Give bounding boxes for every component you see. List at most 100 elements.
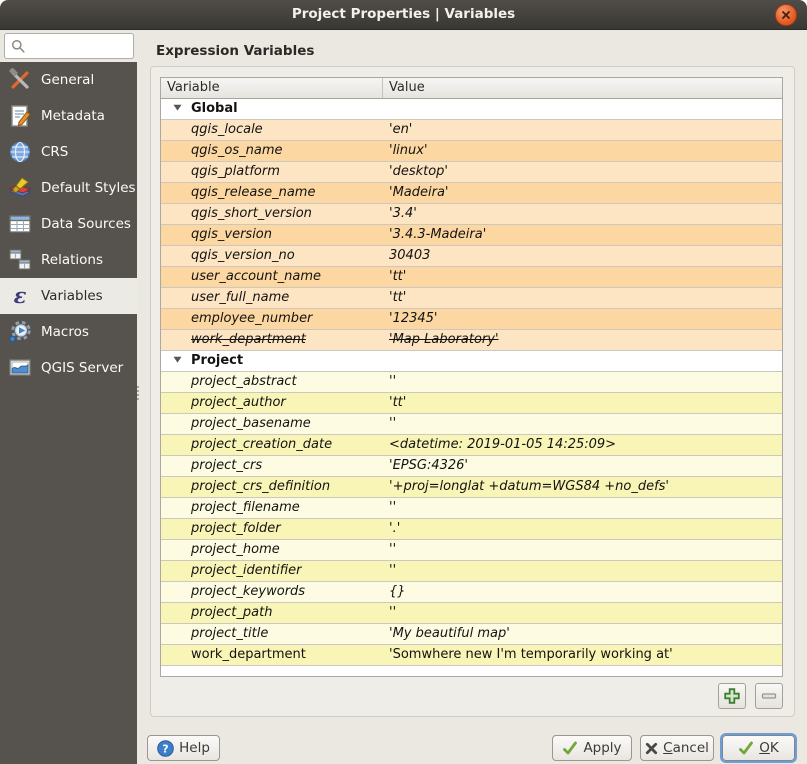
table-header: Variable Value (161, 78, 782, 99)
variables-table: Variable Value Globalqgis_locale'en'qgis… (160, 77, 783, 677)
value-cell: <datetime: 2019-01-05 14:25:09> (383, 435, 782, 455)
table-row[interactable]: user_account_name'tt' (161, 267, 782, 288)
value-cell: '3.4.3-Madeira' (383, 225, 782, 245)
table-row[interactable]: project_identifier'' (161, 561, 782, 582)
table-row[interactable]: project_title'My beautiful map' (161, 624, 782, 645)
check-icon (738, 740, 754, 756)
globe-icon (8, 140, 32, 164)
table-row[interactable]: project_home'' (161, 540, 782, 561)
table-row[interactable]: qgis_release_name'Madeira' (161, 183, 782, 204)
ok-button[interactable]: OK (722, 735, 795, 761)
window-title: Project Properties | Variables (0, 0, 807, 29)
splitter-handle[interactable] (136, 386, 139, 404)
variable-cell: user_account_name (161, 267, 383, 287)
group-row-global[interactable]: Global (161, 99, 782, 120)
cancel-button[interactable]: Cancel (640, 735, 714, 761)
variable-cell: project_creation_date (161, 435, 383, 455)
column-header-variable[interactable]: Variable (161, 78, 383, 98)
table-row[interactable]: project_folder'.' (161, 519, 782, 540)
minus-icon (760, 687, 778, 705)
table-row[interactable]: project_keywords{} (161, 582, 782, 603)
sidebar-item-label: Data Sources (41, 216, 131, 232)
value-cell: 'Madeira' (383, 183, 782, 203)
value-cell: '' (383, 498, 782, 518)
button-label: OK (759, 740, 779, 756)
variable-cell: project_title (161, 624, 383, 644)
sidebar-item-crs[interactable]: CRS (0, 134, 137, 170)
value-cell: '' (383, 372, 782, 392)
column-header-value[interactable]: Value (383, 78, 782, 98)
table-row[interactable]: project_crs'EPSG:4326' (161, 456, 782, 477)
x-icon (645, 742, 658, 755)
table-row[interactable]: qgis_platform'desktop' (161, 162, 782, 183)
table-body: Globalqgis_locale'en'qgis_os_name'linux'… (161, 99, 782, 666)
table-row[interactable]: project_author'tt' (161, 393, 782, 414)
remove-variable-button[interactable] (755, 683, 783, 709)
sidebar-item-relations[interactable]: Relations (0, 242, 137, 278)
value-cell: 'linux' (383, 141, 782, 161)
expand-triangle-icon[interactable] (161, 355, 191, 364)
server-icon (8, 356, 32, 380)
table-row[interactable]: project_abstract'' (161, 372, 782, 393)
variable-cell: project_keywords (161, 582, 383, 602)
value-cell: '3.4' (383, 204, 782, 224)
table-row[interactable]: qgis_version_no30403 (161, 246, 782, 267)
button-label: Cancel (663, 740, 709, 756)
styles-icon (8, 176, 32, 200)
help-icon: ? (157, 740, 174, 757)
sidebar-item-metadata[interactable]: Metadata (0, 98, 137, 134)
value-cell: '' (383, 414, 782, 434)
value-cell: '+proj=longlat +datum=WGS84 +no_defs' (383, 477, 782, 497)
svg-text:?: ? (162, 742, 168, 755)
table-row[interactable]: project_path'' (161, 603, 782, 624)
search-icon (11, 39, 25, 57)
value-cell: '' (383, 540, 782, 560)
variable-cell: work_department (161, 645, 383, 665)
help-button[interactable]: ?Help (147, 735, 220, 761)
sidebar-item-label: Metadata (41, 108, 105, 124)
variable-cell: qgis_os_name (161, 141, 383, 161)
add-variable-button[interactable] (718, 683, 746, 709)
table-row[interactable]: user_full_name'tt' (161, 288, 782, 309)
epsilon-icon: ε (8, 284, 32, 308)
window-titlebar: Project Properties | Variables (0, 0, 807, 30)
value-cell: 'EPSG:4326' (383, 456, 782, 476)
button-label: Apply (583, 740, 621, 756)
table-row[interactable]: employee_number'12345' (161, 309, 782, 330)
variable-cell: qgis_locale (161, 120, 383, 140)
table-row[interactable]: project_crs_definition'+proj=longlat +da… (161, 477, 782, 498)
table-row[interactable]: project_basename'' (161, 414, 782, 435)
table-row[interactable]: work_department'Somwhere new I'm tempora… (161, 645, 782, 666)
variable-cell: project_abstract (161, 372, 383, 392)
variable-cell: project_path (161, 603, 383, 623)
expand-triangle-icon[interactable] (161, 103, 191, 112)
table-row[interactable]: project_creation_date<datetime: 2019-01-… (161, 435, 782, 456)
sidebar-item-default-styles[interactable]: Default Styles (0, 170, 137, 206)
table-row[interactable]: qgis_short_version'3.4' (161, 204, 782, 225)
value-cell: '' (383, 603, 782, 623)
value-cell: 'tt' (383, 393, 782, 413)
variable-cell: qgis_short_version (161, 204, 383, 224)
project-properties-dialog: Project Properties | Variables General Me… (0, 0, 807, 764)
group-row-project[interactable]: Project (161, 351, 782, 372)
sidebar-item-qgis-server[interactable]: QGIS Server (0, 350, 137, 386)
table-row[interactable]: work_department'Map Laboratory' (161, 330, 782, 351)
variable-cell: project_crs_definition (161, 477, 383, 497)
variable-cell: project_author (161, 393, 383, 413)
table-row[interactable]: qgis_locale'en' (161, 120, 782, 141)
sidebar-item-variables[interactable]: εVariables (0, 278, 137, 314)
table-row[interactable]: project_filename'' (161, 498, 782, 519)
sidebar-item-data-sources[interactable]: Data Sources (0, 206, 137, 242)
sidebar-item-macros[interactable]: Macros (0, 314, 137, 350)
value-cell: 'desktop' (383, 162, 782, 182)
sidebar-item-label: Default Styles (41, 180, 136, 196)
table-row[interactable]: qgis_version'3.4.3-Madeira' (161, 225, 782, 246)
svg-text:ε: ε (14, 284, 27, 308)
sidebar-item-label: Macros (41, 324, 89, 340)
variable-cell: qgis_version_no (161, 246, 383, 266)
sidebar-item-general[interactable]: General (0, 62, 137, 98)
close-button[interactable] (775, 4, 797, 26)
apply-button[interactable]: Apply (552, 735, 632, 761)
variable-cell: qgis_release_name (161, 183, 383, 203)
table-row[interactable]: qgis_os_name'linux' (161, 141, 782, 162)
